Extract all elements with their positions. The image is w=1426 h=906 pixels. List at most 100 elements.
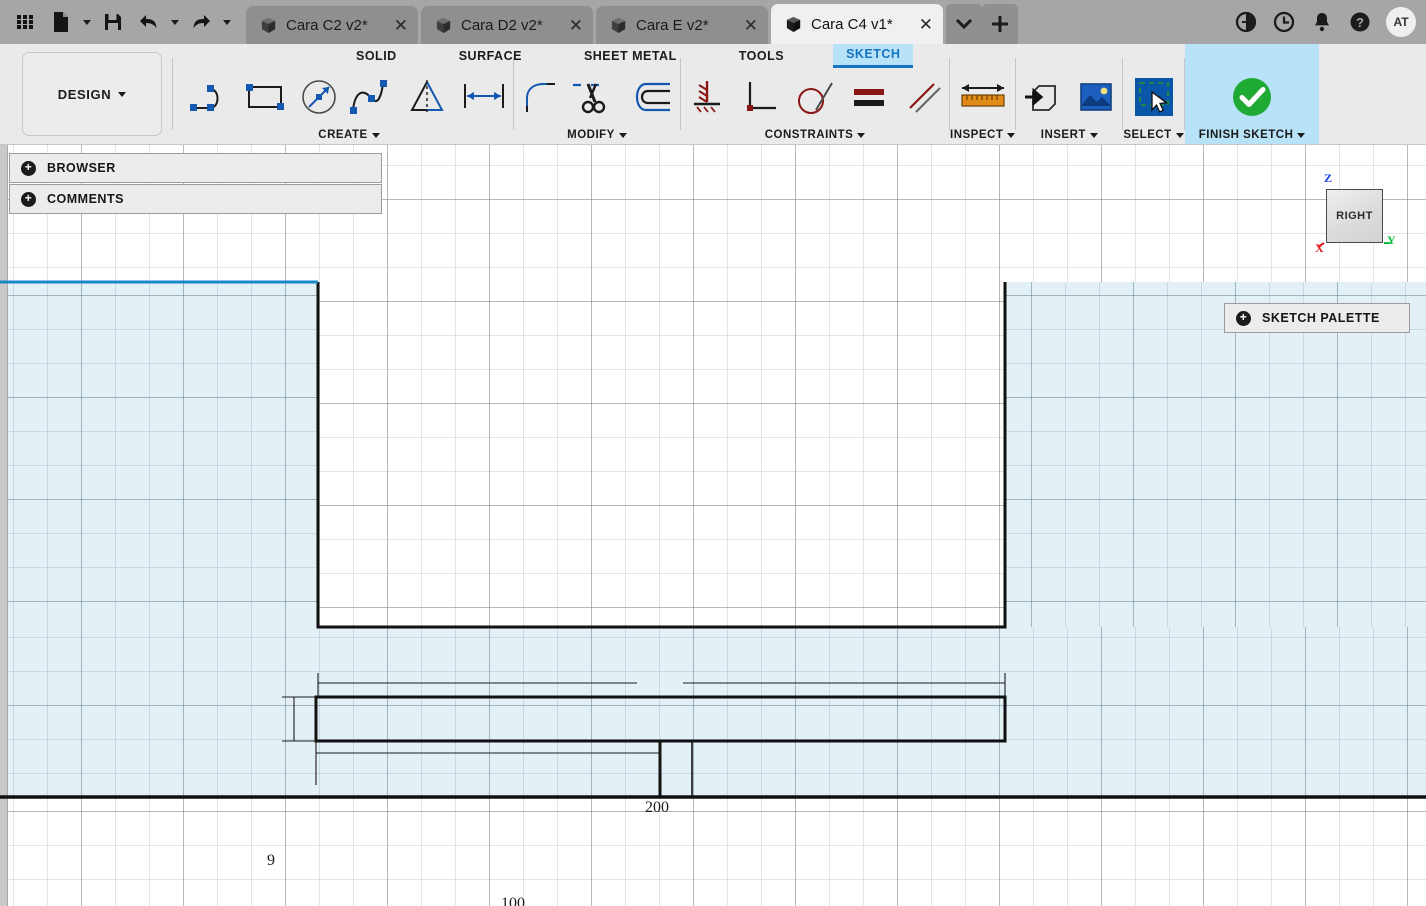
sketch-palette-label: SKETCH PALETTE: [1262, 311, 1380, 325]
sketch-profile-outline: [316, 282, 1007, 629]
save-icon[interactable]: [96, 5, 130, 39]
panel-title-insert[interactable]: INSERT: [1016, 128, 1122, 141]
line-icon[interactable]: [185, 69, 237, 125]
chevron-down-icon: [1297, 132, 1306, 138]
ribbon-toolbar: DESIGN SOLID SURFACE SHEET METAL TOOLS S…: [0, 44, 1426, 145]
tab-solid[interactable]: SOLID: [343, 46, 410, 67]
redo-dropdown-caret-icon[interactable]: [220, 5, 234, 39]
app-grid-icon[interactable]: [8, 5, 42, 39]
comments-panel-label: COMMENTS: [47, 192, 124, 206]
titlebar-right-icons: ? AT: [1228, 0, 1426, 44]
finish-sketch-check-icon[interactable]: [1226, 69, 1278, 125]
document-cube-icon: [260, 17, 277, 34]
comments-panel[interactable]: + COMMENTS: [9, 184, 382, 214]
circle-icon[interactable]: [293, 69, 345, 125]
undo-icon[interactable]: [132, 5, 166, 39]
avatar[interactable]: AT: [1386, 7, 1416, 37]
document-tab-label: Cara C2 v2*: [286, 16, 368, 34]
expand-icon[interactable]: +: [21, 160, 36, 176]
ribbon-panel-select: SELECT: [1123, 44, 1184, 144]
tangent-icon[interactable]: [789, 69, 841, 125]
parallel-icon[interactable]: [897, 69, 949, 125]
panel-title-inspect[interactable]: INSPECT: [950, 128, 1016, 141]
undo-dropdown-caret-icon[interactable]: [168, 5, 182, 39]
document-tab-label: Cara E v2*: [636, 16, 709, 34]
insert-derive-icon[interactable]: [1016, 69, 1068, 125]
expand-icon[interactable]: +: [1236, 310, 1251, 326]
chevron-down-icon: [1175, 132, 1184, 138]
dimension-9-geometry: [282, 696, 316, 742]
tab-sheet-metal[interactable]: SHEET METAL: [571, 46, 690, 67]
new-tab-plus-icon[interactable]: [982, 4, 1018, 44]
close-icon[interactable]: ✕: [394, 17, 408, 34]
sketch-inner-rectangle: [314, 695, 1007, 743]
fusion360-window: Cara C2 v2* ✕ Cara D2 v2* ✕ Cara E v2* ✕: [0, 0, 1426, 906]
insert-canvas-icon[interactable]: [1070, 69, 1122, 125]
new-file-icon[interactable]: [44, 5, 78, 39]
new-file-dropdown-caret-icon[interactable]: [80, 5, 94, 39]
dimension-9-label[interactable]: 9: [267, 852, 275, 870]
dimension-200-label[interactable]: 200: [645, 799, 669, 817]
insert-tools: [1016, 66, 1122, 128]
document-tab-cara-d2[interactable]: Cara D2 v2* ✕: [421, 6, 593, 44]
tab-overflow-chevron-down-icon[interactable]: [946, 4, 982, 44]
select-window-icon[interactable]: [1128, 69, 1180, 125]
spline-icon[interactable]: [347, 69, 399, 125]
panel-label: CREATE: [318, 129, 368, 141]
dimension-100-label[interactable]: 100: [501, 895, 525, 906]
finish-sketch-tools: [1199, 66, 1306, 128]
dimension-100-geometry: [315, 741, 661, 785]
sketch-palette-panel[interactable]: + SKETCH PALETTE: [1224, 303, 1410, 333]
tab-sketch[interactable]: SKETCH: [833, 44, 914, 68]
job-status-clock-icon[interactable]: [1266, 4, 1302, 40]
document-tab-cara-c4[interactable]: Cara C4 v1* ✕: [771, 4, 943, 44]
title-bar: Cara C2 v2* ✕ Cara D2 v2* ✕ Cara E v2* ✕: [0, 0, 1426, 44]
document-cube-icon: [610, 17, 627, 34]
mirror-icon[interactable]: [401, 69, 453, 125]
close-icon[interactable]: ✕: [919, 16, 933, 33]
inspect-tools: [950, 66, 1015, 128]
browser-panel[interactable]: + BROWSER: [9, 153, 382, 183]
sketch-dimension-icon[interactable]: [455, 69, 513, 125]
panel-label: SELECT: [1123, 129, 1172, 141]
fix-unfix-icon[interactable]: [681, 69, 733, 125]
tab-tools[interactable]: TOOLS: [726, 46, 797, 67]
viewcube-axis-tripod: [1317, 242, 1390, 248]
perpendicular-icon[interactable]: [735, 69, 787, 125]
ribbon-panels: SOLID SURFACE SHEET METAL TOOLS SKETCH C…: [173, 44, 1426, 144]
sketch-geometry-overlay: [0, 280, 1426, 799]
panel-title-finish-sketch[interactable]: FINISH SKETCH: [1199, 128, 1306, 141]
close-icon[interactable]: ✕: [744, 17, 758, 34]
equal-icon[interactable]: [843, 69, 895, 125]
sketch-canvas[interactable]: 200 9 100 20: [0, 145, 1426, 906]
redo-icon[interactable]: [184, 5, 218, 39]
panel-title-constraints[interactable]: CONSTRAINTS: [681, 128, 949, 141]
tab-surface[interactable]: SURFACE: [446, 46, 535, 67]
notifications-bell-icon[interactable]: [1304, 4, 1340, 40]
workspace-switcher-button[interactable]: DESIGN: [22, 52, 162, 136]
workspace-switcher-label: DESIGN: [57, 86, 112, 102]
modify-tools: [514, 66, 680, 128]
offset-icon[interactable]: [622, 69, 680, 125]
panel-label: CONSTRAINTS: [764, 129, 854, 141]
extensions-icon[interactable]: [1228, 4, 1264, 40]
chevron-down-icon: [1007, 132, 1016, 138]
document-tab-cara-c2[interactable]: Cara C2 v2* ✕: [246, 6, 418, 44]
document-tab-cara-e[interactable]: Cara E v2* ✕: [596, 6, 768, 44]
panel-label: INSPECT: [950, 129, 1004, 141]
help-icon[interactable]: ?: [1342, 4, 1378, 40]
panel-label: MODIFY: [567, 129, 615, 141]
panel-title-create[interactable]: CREATE: [185, 128, 513, 141]
panel-title-modify[interactable]: MODIFY: [514, 128, 680, 141]
expand-icon[interactable]: +: [21, 191, 36, 207]
fillet-icon[interactable]: [514, 69, 566, 125]
rectangle-icon[interactable]: [239, 69, 291, 125]
trim-icon[interactable]: [568, 69, 620, 125]
chevron-down-icon: [118, 91, 127, 97]
panel-title-select[interactable]: SELECT: [1123, 128, 1184, 141]
document-tab-label: Cara D2 v2*: [461, 16, 543, 34]
ribbon-panel-finish-sketch[interactable]: FINISH SKETCH: [1184, 44, 1320, 144]
close-icon[interactable]: ✕: [569, 17, 583, 34]
measure-icon[interactable]: [954, 69, 1012, 125]
chevron-down-icon: [857, 132, 866, 138]
